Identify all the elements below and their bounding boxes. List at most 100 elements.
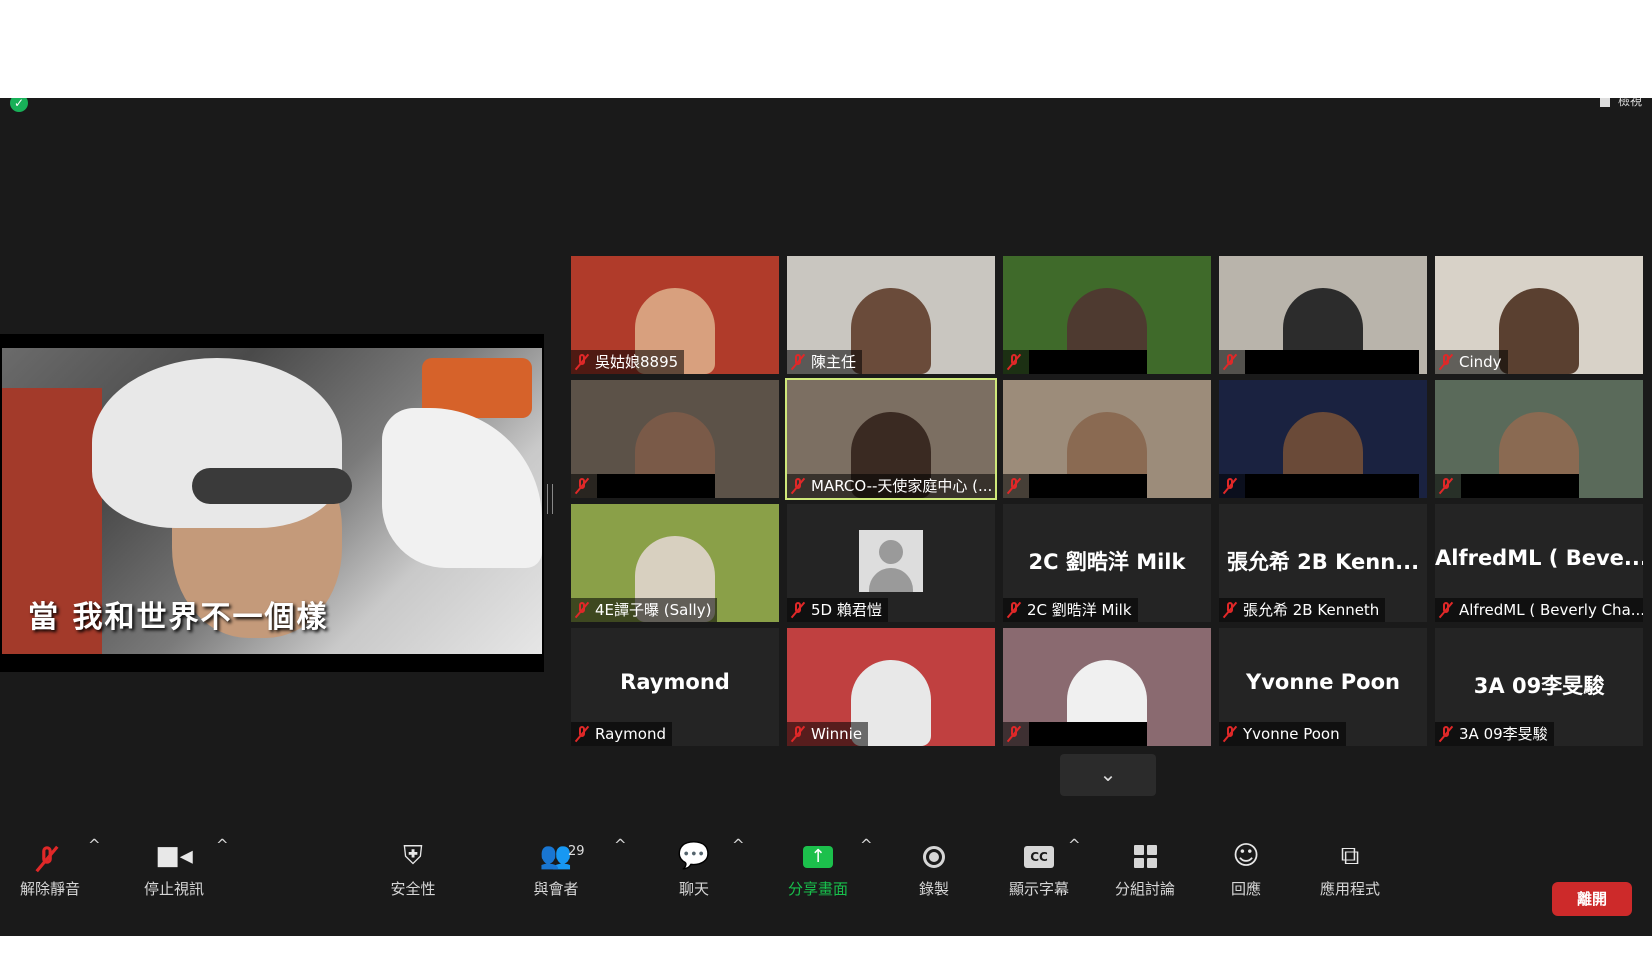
participant-video	[851, 288, 931, 374]
muted-mic-icon	[575, 602, 589, 618]
unmute-button[interactable]: 解除靜音	[14, 836, 86, 936]
participant-tile[interactable]	[1219, 380, 1427, 498]
participant-tile[interactable]: 張允希 2B Kenn... 張允希 2B Kenneth	[1219, 504, 1427, 622]
captions-options-caret-icon[interactable]: ^	[1068, 836, 1081, 936]
participant-tile[interactable]: 5D 賴君愷	[787, 504, 995, 622]
participant-tile[interactable]: Yvonne Poon Yvonne Poon	[1219, 628, 1427, 746]
participant-tile[interactable]	[1219, 256, 1427, 374]
participant-name: 陳主任	[811, 353, 857, 371]
participant-name-label: Cindy	[1435, 350, 1508, 374]
participant-name: Cindy	[1459, 353, 1502, 371]
video-options-caret-icon[interactable]: ^	[216, 836, 229, 936]
stop-video-button[interactable]: ■◂ 停止視訊	[134, 836, 214, 936]
participant-tile[interactable]	[1435, 380, 1643, 498]
muted-mic-icon	[14, 836, 86, 876]
encryption-shield-icon[interactable]: ✓	[10, 98, 28, 112]
participant-name-label: 3A 09李旻駿	[1435, 722, 1554, 746]
participant-tile[interactable]: AlfredML ( Beve... AlfredML ( Beverly Cha…	[1435, 504, 1643, 622]
participant-name-label: 4E譚子曝 (Sally)	[571, 598, 718, 622]
muted-mic-icon	[1007, 602, 1021, 618]
chat-options-caret-icon[interactable]: ^	[732, 836, 745, 936]
participant-display-name: 3A 09李旻駿	[1473, 674, 1605, 698]
share-arrow-icon: ↑	[776, 836, 860, 876]
participant-tile[interactable]: 陳主任	[787, 256, 995, 374]
muted-mic-icon	[1007, 354, 1021, 370]
muted-mic-icon	[791, 354, 805, 370]
muted-mic-icon	[1223, 478, 1237, 494]
participant-tile[interactable]	[1003, 256, 1211, 374]
participant-name: 3A 09李旻駿	[1459, 725, 1548, 743]
participant-name-label: 張允希 2B Kenneth	[1219, 598, 1386, 622]
participant-tile[interactable]: 2C 劉晧洋 Milk 2C 劉晧洋 Milk	[1003, 504, 1211, 622]
shared-video-frame: 當 我和世界不一個樣	[2, 348, 542, 654]
participant-tile[interactable]	[1003, 628, 1211, 746]
muted-mic-icon	[1007, 726, 1021, 742]
share-screen-button[interactable]: ↑ 分享畫面	[776, 836, 860, 936]
participant-count: 29	[568, 844, 585, 859]
participant-name: AlfredML ( Beverly Cha...	[1459, 601, 1643, 619]
muted-mic-icon	[1223, 602, 1237, 618]
breakout-rooms-button[interactable]: 分組討論	[1106, 836, 1184, 936]
participants-icon: 👥 29	[516, 836, 596, 876]
participant-tile[interactable]: MARCO--天使家庭中心 (...	[785, 378, 997, 500]
participants-options-caret-icon[interactable]: ^	[614, 836, 627, 936]
apps-icon: ⧉	[1340, 841, 1360, 871]
participant-name: Raymond	[595, 725, 666, 743]
participant-name: 吳姑娘8895	[595, 353, 679, 371]
participant-tile[interactable]: Cindy	[1435, 256, 1643, 374]
redacted-name	[1029, 474, 1147, 498]
participant-gallery: 吳姑娘8895 陳主任 Cindy MARCO--天使家庭中心 (... 4E譚子曝 (…	[571, 256, 1645, 746]
participant-tile[interactable]: Winnie	[787, 628, 995, 746]
muted-mic-icon	[791, 726, 805, 742]
captions-button[interactable]: CC 顯示字幕	[1000, 836, 1078, 936]
breakout-grid-icon	[1106, 836, 1184, 876]
smiley-plus-icon: ☺	[1232, 841, 1260, 871]
participant-name-label: 吳姑娘8895	[571, 350, 685, 374]
participants-button[interactable]: 👥 29 與會者	[516, 836, 596, 936]
participant-name-label: AlfredML ( Beverly Cha...	[1435, 598, 1643, 622]
chat-bubble-icon: 💬	[677, 841, 711, 871]
muted-mic-icon	[1439, 726, 1453, 742]
view-button[interactable]: 檢視	[1600, 98, 1642, 112]
participant-display-name: Yvonne Poon	[1246, 670, 1400, 694]
default-avatar-icon	[859, 530, 923, 592]
muted-mic-icon	[1439, 602, 1453, 618]
audio-options-caret-icon[interactable]: ^	[88, 836, 101, 936]
participant-tile[interactable]: 3A 09李旻駿 3A 09李旻駿	[1435, 628, 1643, 746]
camera-icon: ■◂	[155, 841, 193, 871]
security-button[interactable]: ⛨ 安全性	[378, 836, 448, 936]
muted-mic-icon	[575, 354, 589, 370]
participant-display-name: Raymond	[620, 670, 730, 694]
record-button[interactable]: 錄製	[904, 836, 964, 936]
participant-tile[interactable]	[1003, 380, 1211, 498]
share-options-caret-icon[interactable]: ^	[860, 836, 873, 936]
apps-button[interactable]: ⧉ 應用程式	[1312, 836, 1388, 936]
panel-resize-handle[interactable]	[547, 484, 553, 514]
participant-tile[interactable]: 4E譚子曝 (Sally)	[571, 504, 779, 622]
participant-name-label: Yvonne Poon	[1219, 722, 1346, 746]
shared-screen: 當 我和世界不一個樣	[0, 334, 544, 672]
participant-tile[interactable]: Raymond Raymond	[571, 628, 779, 746]
participant-video	[1499, 288, 1579, 374]
participant-tile[interactable]: 吳姑娘8895	[571, 256, 779, 374]
participant-name: MARCO--天使家庭中心 (...	[811, 477, 993, 495]
meeting-window: ✓ 檢視 當 我和世界不一個樣 吳姑娘8895 陳主任 Cindy MARCO--天使…	[0, 98, 1652, 936]
participant-name-label: Raymond	[571, 722, 672, 746]
muted-mic-icon	[791, 602, 805, 618]
chat-button[interactable]: 💬 聊天	[658, 836, 730, 936]
reactions-button[interactable]: ☺ 回應	[1218, 836, 1274, 936]
participant-name-label: 2C 劉晧洋 Milk	[1003, 598, 1138, 622]
next-page-chevron-icon[interactable]: ⌄	[1060, 754, 1156, 796]
meeting-toolbar: 解除靜音 ^ ■◂ 停止視訊 ^ ⛨ 安全性 👥 29 與會者 ^ 💬 聊天 ^ …	[0, 836, 1652, 936]
redacted-name	[597, 474, 715, 498]
participant-tile[interactable]	[571, 380, 779, 498]
participant-display-name: 張允希 2B Kenn...	[1226, 550, 1420, 574]
participant-name: 張允希 2B Kenneth	[1243, 601, 1380, 619]
video-subtitle: 當 我和世界不一個樣	[28, 600, 329, 635]
shield-icon: ⛨	[403, 841, 423, 871]
participant-name: Yvonne Poon	[1243, 725, 1340, 743]
participant-display-name: 2C 劉晧洋 Milk	[1028, 550, 1186, 574]
muted-mic-icon	[791, 478, 805, 494]
muted-mic-icon	[1223, 354, 1237, 370]
leave-meeting-button[interactable]: 離開	[1552, 882, 1632, 916]
